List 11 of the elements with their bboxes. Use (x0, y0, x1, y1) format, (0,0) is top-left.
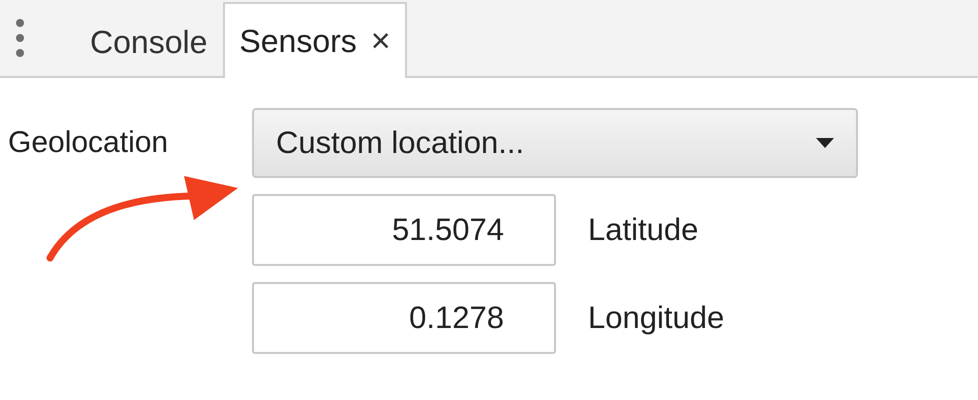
location-dropdown[interactable]: Custom location... (252, 108, 858, 178)
caret-icon (816, 138, 834, 148)
more-menu-icon[interactable] (14, 18, 26, 58)
coordinate-field[interactable]: 0.1278 (252, 282, 556, 354)
coordinate-field[interactable]: 51.5074 (252, 194, 556, 266)
close-tab-button[interactable]: × (370, 22, 391, 60)
geolocation-label: Geolocation (8, 126, 170, 160)
field-label: Latitude (588, 212, 698, 248)
tab[interactable]: Sensors × (223, 2, 407, 78)
field-label: Longitude (588, 300, 724, 336)
tab[interactable]: Console (74, 4, 224, 78)
